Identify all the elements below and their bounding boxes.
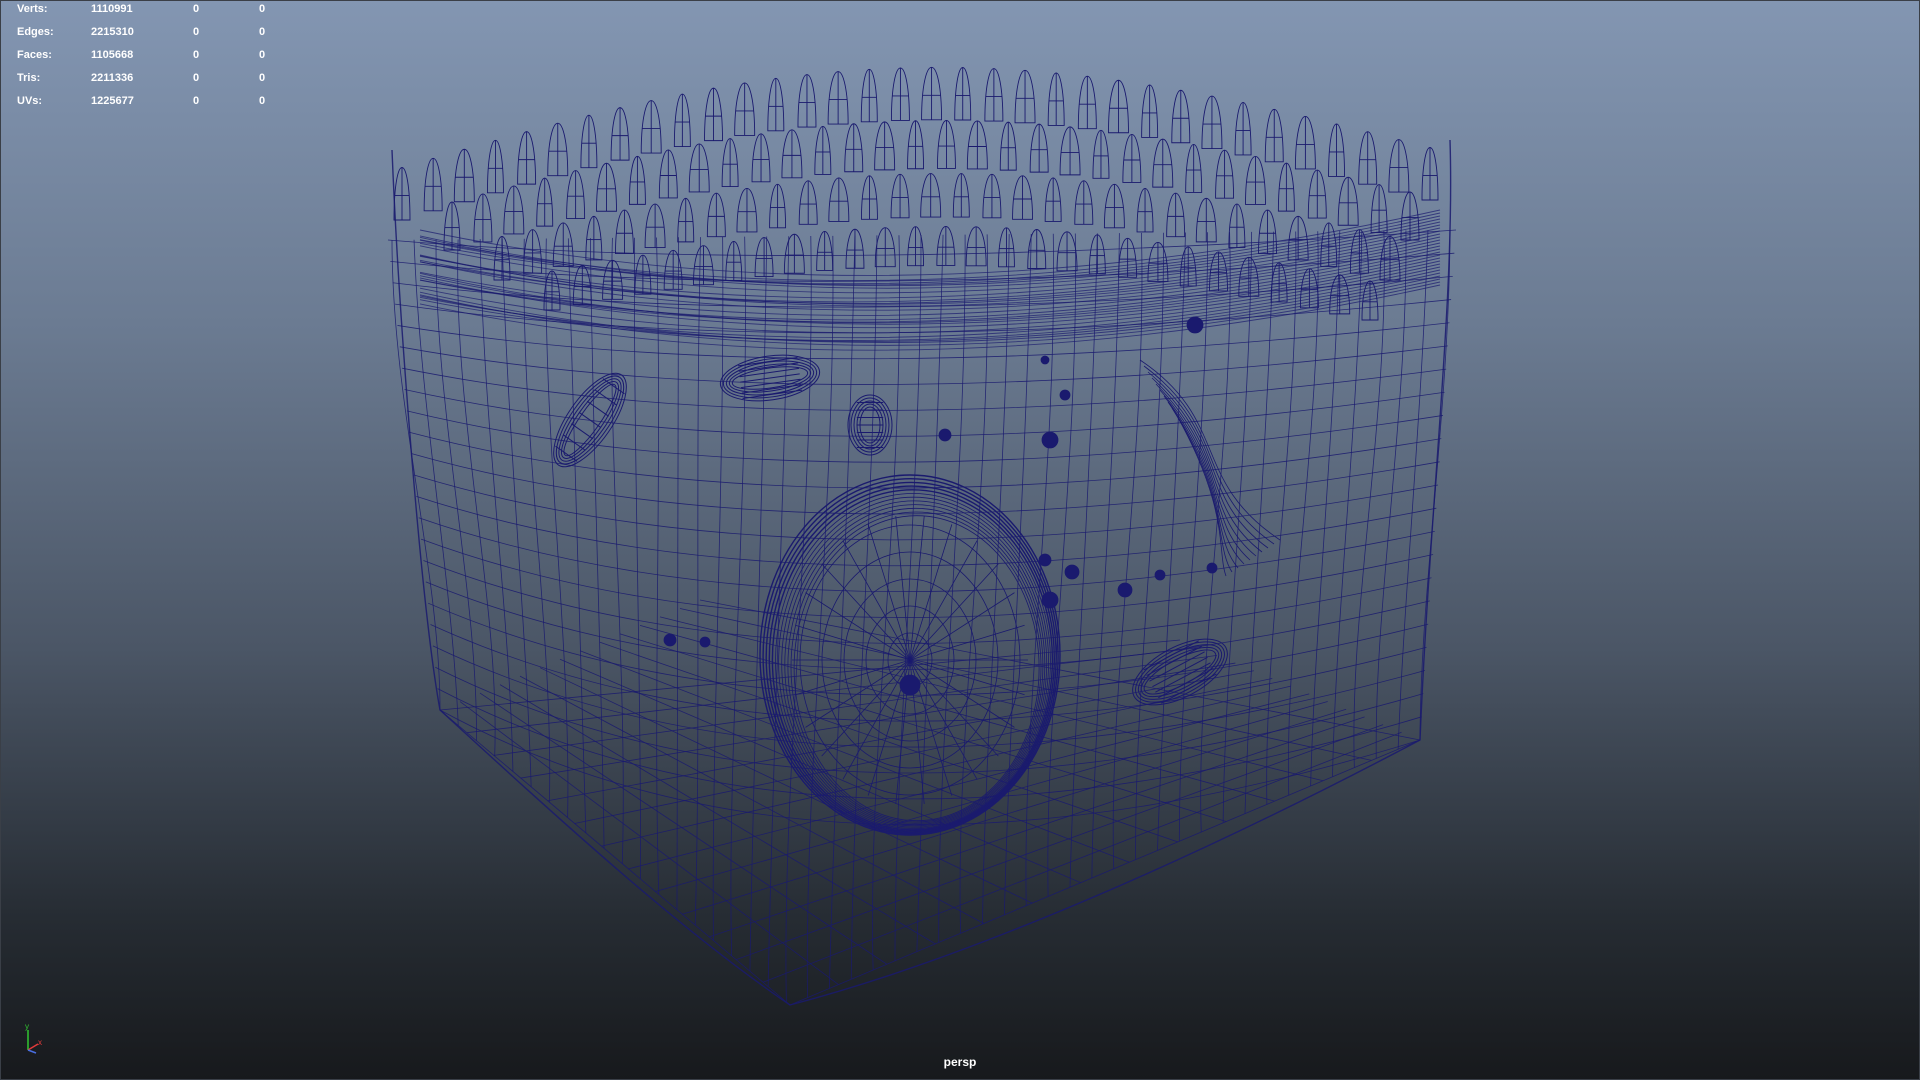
hud-selected: 0 [193, 95, 200, 107]
mitochondria-wireframe [553, 354, 1228, 706]
cell-wireframe-model[interactable] [0, 0, 1920, 1080]
hud-total: 1105668 [91, 49, 134, 61]
hud-total: 1110991 [91, 3, 133, 15]
hud-total: 1225677 [91, 95, 134, 107]
hud-row-edges: Edges: 2215310 0 0 [17, 25, 277, 48]
hud-total: 2215310 [91, 26, 134, 38]
nucleolus [899, 674, 921, 696]
hud-selected: 0 [193, 72, 200, 84]
hud-row-tris: Tris: 2211336 0 0 [17, 71, 277, 94]
3d-viewport[interactable] [0, 0, 1920, 1080]
hud-selected: 0 [193, 26, 200, 38]
hud-row-verts: Verts: 1110991 0 0 [17, 2, 277, 25]
hud-selected: 0 [193, 49, 200, 61]
hud-selected: 0 [193, 3, 200, 15]
hud-components: 0 [259, 95, 266, 107]
axis-x-label: x [38, 1038, 42, 1047]
nucleus-wireframe [759, 474, 1061, 836]
hud-label: Tris: [17, 72, 41, 84]
camera-name-label: persp [943, 1055, 977, 1069]
hud-components: 0 [259, 26, 266, 38]
hud-row-uvs: UVs: 1225677 0 0 [17, 94, 277, 117]
hud-components: 0 [259, 49, 266, 61]
hud-label: Verts: [17, 3, 48, 15]
hud-components: 0 [259, 72, 266, 84]
cell-body-wireframe [387, 139, 1457, 1006]
hud-label: UVs: [17, 95, 43, 107]
hud-total: 2211336 [91, 72, 134, 84]
hud-label: Faces: [17, 49, 52, 61]
axis-y-label: y [25, 1022, 29, 1031]
microvilli-wireframe [393, 67, 1441, 351]
hud-components: 0 [259, 3, 266, 15]
axis-gizmo-icon: y x [25, 1022, 42, 1054]
hud-label: Edges: [17, 26, 54, 38]
hud-row-faces: Faces: 1105668 0 0 [17, 48, 277, 71]
poly-count-hud: Verts: 1110991 0 0 Edges: 2215310 0 0 Fa… [17, 2, 277, 117]
